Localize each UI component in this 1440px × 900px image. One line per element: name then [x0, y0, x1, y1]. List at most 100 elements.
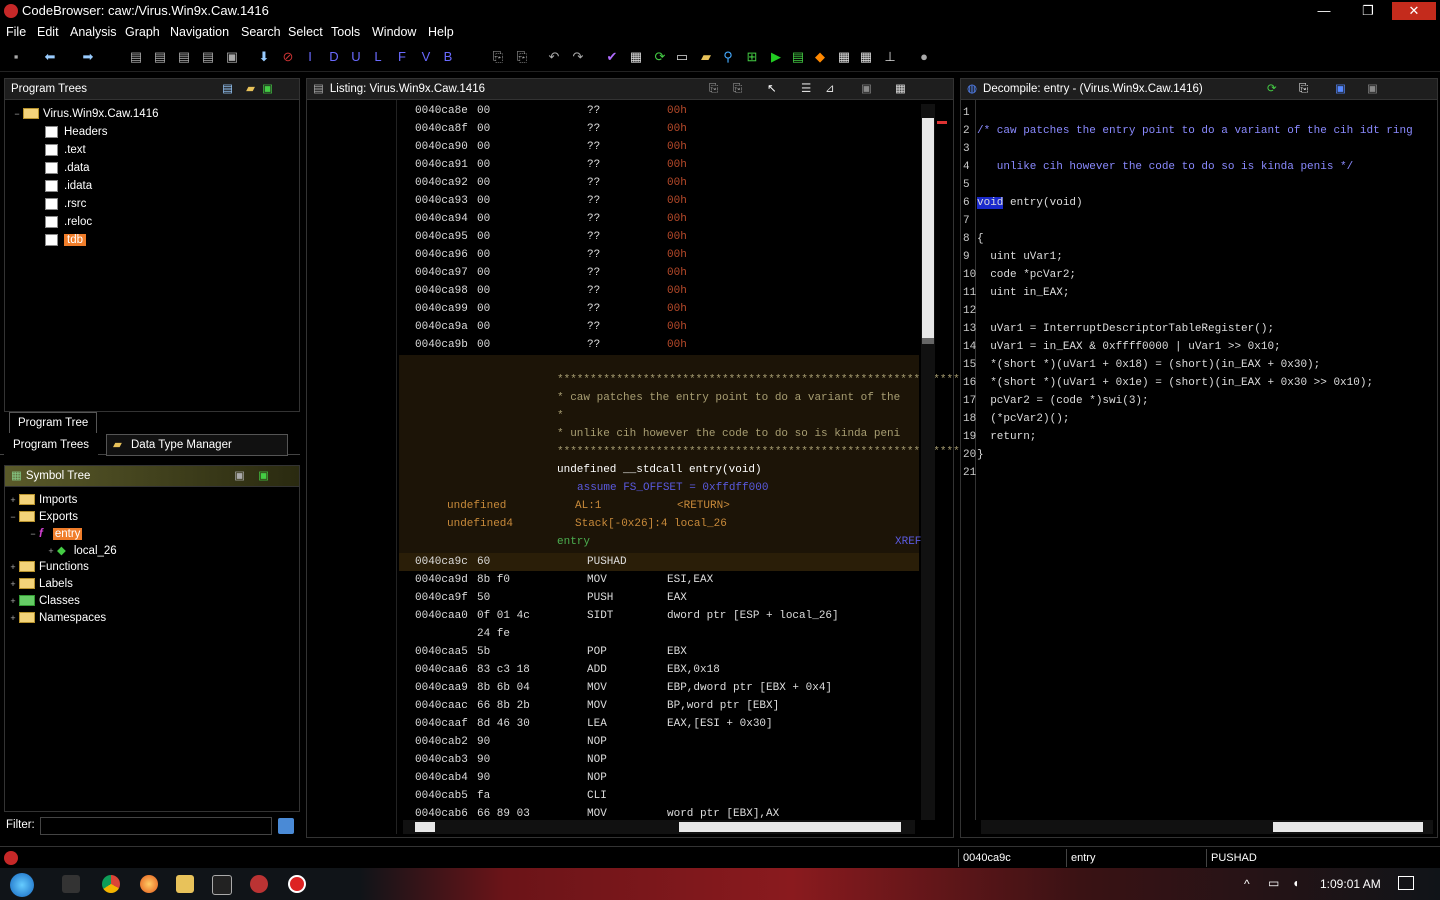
refresh-icon[interactable]: ⟳	[652, 49, 668, 65]
menu-tools[interactable]: Tools	[331, 25, 360, 39]
copy-decompile-icon[interactable]: ⎘	[1299, 79, 1308, 99]
data-view-icon[interactable]: ▦	[858, 49, 874, 65]
symbol-functions[interactable]: + Functions	[7, 559, 89, 576]
instruction-row[interactable]: 0040caa5 5b POP EBX	[399, 643, 919, 661]
table-icon[interactable]: ▦	[836, 49, 852, 65]
filter-options-icon[interactable]	[278, 818, 294, 834]
listing-hscroll-thumb-left[interactable]	[415, 822, 435, 832]
restore-button[interactable]: ❐	[1348, 2, 1388, 20]
instruction-row[interactable]: 0040ca9f 50 PUSH EAX	[399, 589, 919, 607]
function-signature[interactable]: undefined __stdcall entry(void)	[557, 461, 762, 479]
export-icon[interactable]: ▣	[262, 79, 273, 99]
instruction-row[interactable]: 0040caaf 8d 46 30 LEA EAX,[ESI + 0x30]	[399, 715, 919, 733]
cursor-icon[interactable]: ↖	[767, 79, 777, 99]
next-data-icon[interactable]: ▤	[152, 49, 168, 65]
instruction-row[interactable]: 0040caa0 0f 01 4c SIDT dword ptr [ESP + loc…	[399, 607, 919, 625]
data-row[interactable]: 0040ca93 00?? 00h	[399, 192, 919, 210]
data-row[interactable]: 0040ca91 00?? 00h	[399, 156, 919, 174]
menu-window[interactable]: Window	[372, 25, 416, 39]
instruction-row[interactable]: 0040caa9 8b 6b 04 MOV EBP,dword ptr [EBX + …	[399, 679, 919, 697]
filter-input[interactable]	[40, 817, 272, 835]
layout-menu-icon[interactable]: ▦	[895, 79, 906, 99]
export-decompile-icon[interactable]: ▣	[1335, 79, 1346, 99]
diff-icon[interactable]: ⊿	[825, 79, 835, 99]
start-button[interactable]	[10, 873, 34, 897]
symbol-namespaces[interactable]: + Namespaces	[7, 610, 106, 627]
memory-map-icon[interactable]: ▭	[674, 49, 690, 65]
clock[interactable]: 1:09:01 AM	[1320, 877, 1381, 891]
instruction-row[interactable]: 0040caac 66 8b 2b MOV BP,word ptr [EBX]	[399, 697, 919, 715]
bookmark-icon[interactable]: ▤	[128, 49, 144, 65]
toolbar-d[interactable]: D	[326, 49, 342, 65]
refresh-decompile-icon[interactable]: ⟳	[1267, 79, 1277, 99]
toolbar-i[interactable]: I	[302, 49, 318, 65]
menu-navigation[interactable]: Navigation	[170, 25, 229, 39]
tree-root[interactable]: − Virus.Win9x.Caw.1416	[11, 106, 158, 123]
notification-icon[interactable]	[1398, 876, 1414, 890]
redo-icon[interactable]: ↷	[570, 49, 586, 65]
tree-item-text[interactable]: .text	[45, 142, 86, 159]
tree-item-reloc[interactable]: .reloc	[45, 214, 92, 231]
undo-icon[interactable]: ↶	[546, 49, 562, 65]
data-row[interactable]: 0040ca99 00?? 00h	[399, 300, 919, 318]
symbol-classes[interactable]: + Classes	[7, 593, 80, 610]
tree-icon[interactable]: ⊥	[882, 49, 898, 65]
symbol-entry[interactable]: − f entry	[27, 526, 83, 543]
menu-edit[interactable]: Edit	[37, 25, 59, 39]
check-icon[interactable]: ✔	[604, 49, 620, 65]
forward-arrow-icon[interactable]: ➡	[80, 49, 96, 65]
next-undefined-icon[interactable]: ▤	[200, 49, 216, 65]
data-row[interactable]: 0040ca9b 00?? 00h	[399, 336, 919, 354]
tree-item-tdb[interactable]: tdb	[45, 232, 86, 249]
minimize-button[interactable]: —	[1304, 2, 1344, 20]
decompile-code[interactable]: 1 2/* caw patches the entry point to do a…	[961, 104, 1437, 820]
run-icon[interactable]: ▶	[768, 49, 784, 65]
instruction-row[interactable]: 0040cab4 90 NOP	[399, 769, 919, 787]
decompile-hscroll-thumb[interactable]	[1273, 822, 1423, 832]
next-instruction-icon[interactable]: ▤	[176, 49, 192, 65]
data-row[interactable]: 0040ca9a 00?? 00h	[399, 318, 919, 336]
tab-data-type-manager[interactable]: ▰ Data Type Manager	[106, 434, 288, 456]
toolbar-l[interactable]: L	[370, 49, 386, 65]
network-icon[interactable]: ▭	[1268, 876, 1279, 890]
help-icon[interactable]: ●	[916, 49, 932, 65]
save-icon[interactable]: ▪	[8, 49, 24, 65]
instruction-row[interactable]: 0040cab2 90 NOP	[399, 733, 919, 751]
xref-label[interactable]: XREF	[895, 533, 921, 551]
symbol-exports[interactable]: − Exports	[7, 509, 78, 526]
copy-icon[interactable]: ⎘	[490, 49, 506, 65]
symbol-local-26[interactable]: + ◆ local_26	[45, 543, 116, 560]
paste-icon[interactable]: ⎘	[514, 49, 530, 65]
entry-label[interactable]: entry	[557, 533, 590, 551]
ghidra-active-icon[interactable]	[288, 875, 306, 893]
toolbar-b[interactable]: B	[440, 49, 456, 65]
symbol-labels[interactable]: + Labels	[7, 576, 73, 593]
menu-analysis[interactable]: Analysis	[70, 25, 117, 39]
decompile-horizontal-scrollbar[interactable]	[981, 820, 1433, 834]
create-namespace-icon[interactable]: ▣	[234, 466, 245, 486]
listing-scroll-thumb[interactable]	[922, 118, 934, 338]
listing-horizontal-scrollbar[interactable]	[403, 820, 915, 834]
edit-fields-icon[interactable]: ☰	[801, 79, 811, 99]
toolbar-u[interactable]: U	[348, 49, 364, 65]
menu-graph[interactable]: Graph	[125, 25, 160, 39]
data-row[interactable]: 0040ca92 00?? 00h	[399, 174, 919, 192]
menu-select[interactable]: Select	[288, 25, 323, 39]
script-manager-icon[interactable]: ▤	[790, 49, 806, 65]
toolbar-f[interactable]: F	[394, 49, 410, 65]
tray-chevron-icon[interactable]: ^	[1244, 877, 1250, 891]
tree-item-rsrc[interactable]: .rsrc	[45, 196, 86, 213]
instruction-row[interactable]: 0040cab5 fa CLI	[399, 787, 919, 805]
menu-help[interactable]: Help	[428, 25, 454, 39]
instruction-row[interactable]: 0040cab3 90 NOP	[399, 751, 919, 769]
listing-hscroll-thumb[interactable]	[679, 822, 901, 832]
symbol-imports[interactable]: + Imports	[7, 492, 77, 509]
call-tree-icon[interactable]: ⊞	[744, 49, 760, 65]
instruction-row[interactable]: 0040ca9c 60 PUSHAD	[399, 553, 919, 571]
snapshot-icon[interactable]: ▣	[861, 79, 872, 99]
tab-program-trees[interactable]: Program Trees	[4, 434, 99, 456]
bytes-icon[interactable]: ◆	[812, 49, 828, 65]
paste-listing-icon[interactable]: ⎘	[733, 79, 742, 99]
data-row[interactable]: 0040ca96 00?? 00h	[399, 246, 919, 264]
tree-item-idata[interactable]: .idata	[45, 178, 92, 195]
